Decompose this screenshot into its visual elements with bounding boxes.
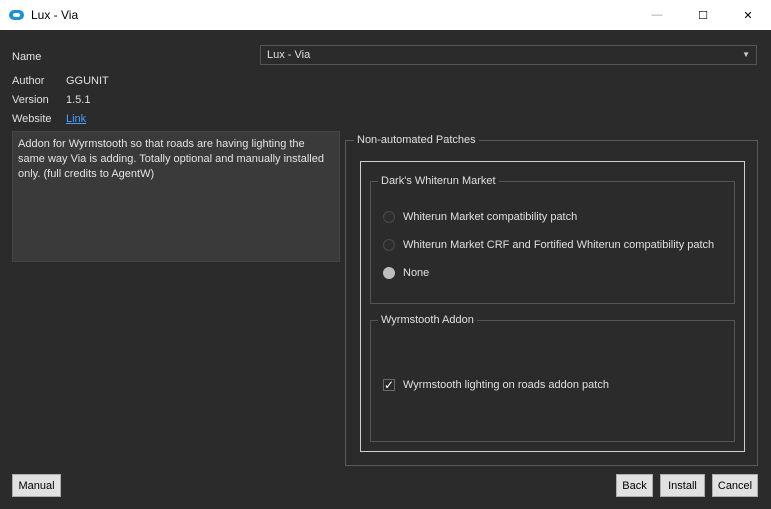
chevron-down-icon: ▼ [742,50,750,59]
option-label: None [403,267,430,279]
window-title: Lux - Via [31,8,79,22]
back-button[interactable]: Back [616,474,653,497]
patches-group-title: Non-automated Patches [354,134,479,146]
website-link[interactable]: Link [66,113,86,125]
manual-button[interactable]: Manual [12,474,61,497]
minimize-button[interactable]: — [634,0,680,30]
name-dropdown-value: Lux - Via [267,49,311,61]
version-label: Version [12,94,49,106]
option-label: Whiterun Market CRF and Fortified Whiter… [403,239,715,251]
cancel-button[interactable]: Cancel [712,474,758,497]
radio-option-whiterun-crf[interactable]: Whiterun Market CRF and Fortified Whiter… [383,239,714,251]
close-button[interactable]: ✕ [725,0,771,30]
radio-button[interactable] [383,211,395,223]
radio-option-none[interactable]: None [383,267,429,279]
author-value: GGUNIT [66,75,109,87]
checkbox-option-wyrmstooth-lighting[interactable]: ✓ Wyrmstooth lighting on roads addon pat… [383,379,609,391]
radio-button-selected[interactable] [383,267,395,279]
title-bar: Lux - Via — ☐ ✕ [0,0,771,30]
group-title-wyrmstooth-addon: Wyrmstooth Addon [378,314,477,326]
group-title-darks-whiterun-market: Dark's Whiterun Market [378,175,499,187]
option-label: Wyrmstooth lighting on roads addon patch [403,379,609,391]
checkbox[interactable]: ✓ [383,379,395,391]
name-label: Name [12,51,42,63]
radio-option-whiterun-market[interactable]: Whiterun Market compatibility patch [383,211,577,223]
app-icon [9,10,24,20]
option-label: Whiterun Market compatibility patch [403,211,578,223]
install-button[interactable]: Install [660,474,705,497]
author-label: Author [12,75,45,87]
maximize-button[interactable]: ☐ [680,0,726,30]
website-label: Website [12,113,52,125]
radio-button[interactable] [383,239,395,251]
version-value: 1.5.1 [66,94,91,106]
name-dropdown[interactable]: Lux - Via ▼ [260,45,757,65]
description-box: Addon for Wyrmstooth so that roads are h… [12,131,340,262]
